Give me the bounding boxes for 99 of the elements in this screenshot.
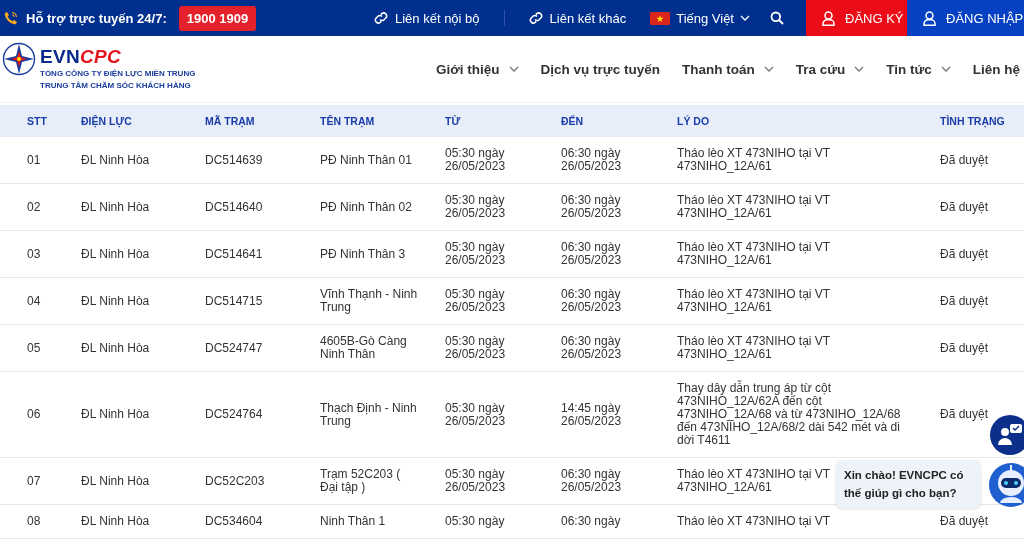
table-cell: 02 bbox=[27, 199, 41, 214]
register-button[interactable]: ĐĂNG KÝ bbox=[806, 0, 907, 36]
table-cell: DC514715 bbox=[205, 293, 263, 308]
company-name: TỔNG CÔNG TY ĐIỆN LỰC MIỀN TRUNG bbox=[40, 68, 196, 80]
table-cell: 06 bbox=[27, 407, 41, 421]
table-cell: 06:30 ngày 26/05/2023 bbox=[561, 287, 622, 314]
table-cell: 06:30 ngày 26/05/2023 bbox=[561, 240, 622, 267]
table-cell: Tháo lèo XT 473NIHO tại VT bbox=[677, 514, 831, 528]
table-cell: 01 bbox=[27, 152, 41, 167]
column-header: LÝ DO bbox=[677, 114, 711, 128]
table-cell: 07 bbox=[27, 473, 41, 488]
table-cell: ĐL Ninh Hòa bbox=[81, 293, 150, 308]
table-cell: Thạch Định - Ninh Trung bbox=[320, 400, 417, 428]
table-cell: ĐL Ninh Hòa bbox=[81, 514, 150, 528]
table-cell: ĐL Ninh Hòa bbox=[81, 340, 150, 355]
table-cell: DC514639 bbox=[205, 152, 263, 167]
table-cell: DC52C203 bbox=[205, 473, 265, 488]
table-cell: ĐL Ninh Hòa bbox=[81, 407, 150, 421]
user-icon bbox=[923, 10, 936, 26]
table-cell: 05:30 ngày 26/05/2023 bbox=[445, 193, 506, 220]
nav-item[interactable]: Tra cứu bbox=[795, 61, 865, 77]
column-header: STT bbox=[27, 114, 48, 128]
table-cell: Đã duyệt bbox=[940, 340, 989, 355]
table-cell: Ninh Thân 1 bbox=[320, 514, 386, 528]
table-cell: Đã duyệt bbox=[940, 407, 989, 421]
phone-icon bbox=[4, 11, 18, 25]
search-icon[interactable] bbox=[770, 11, 784, 25]
table-cell: 06:30 ngày bbox=[561, 514, 621, 528]
table-cell: ĐL Ninh Hòa bbox=[81, 473, 150, 488]
brand-name: EVNCPC bbox=[40, 46, 122, 68]
table-cell: 05 bbox=[27, 340, 41, 355]
table-cell: Đã duyệt bbox=[940, 152, 989, 167]
link-menu[interactable]: Liên kết nội bộ bbox=[374, 10, 480, 26]
link-icon bbox=[528, 11, 543, 25]
column-header: ĐIỆN LỰC bbox=[81, 114, 133, 128]
table-cell: Tháo lèo XT 473NIHO tại VT 473NIHO_12A/61 bbox=[677, 287, 830, 314]
logo-star-icon bbox=[2, 42, 36, 76]
table-cell: Tháo lèo XT 473NIHO tại VT 473NIHO_12A/61 bbox=[677, 334, 830, 361]
user-icon bbox=[822, 10, 835, 26]
support-agent-icon[interactable] bbox=[990, 415, 1024, 455]
table-cell: DC524764 bbox=[205, 407, 263, 421]
flag-icon bbox=[650, 11, 671, 25]
column-header: TỪ bbox=[445, 114, 462, 128]
table-cell: Tháo lèo XT 473NIHO tại VT 473NIHO_12A/61 bbox=[677, 193, 830, 220]
table-cell: Tháo lèo XT 473NIHO tại VT 473NIHO_12A/61 bbox=[677, 146, 830, 173]
hotline-number[interactable]: 1900 1909 bbox=[178, 5, 257, 31]
table-cell: 14:45 ngày 26/05/2023 bbox=[561, 400, 622, 428]
chat-greeting: Xin chào! EVNCPC có thế giúp gì cho bạn? bbox=[836, 460, 981, 508]
column-header: TÊN TRẠM bbox=[320, 114, 376, 128]
column-header: TÌNH TRẠNG bbox=[940, 114, 1005, 128]
link-icon bbox=[374, 11, 388, 25]
table-cell: Tháo lèo XT 473NIHO tại VT 473NIHO_12A/61 bbox=[677, 240, 830, 267]
table-cell: Trạm 52C203 ( Đại tập ) bbox=[320, 467, 401, 494]
login-button[interactable]: ĐĂNG NHẬP bbox=[907, 0, 1024, 36]
table-cell: 05:30 ngày 26/05/2023 bbox=[445, 146, 506, 173]
table-cell: 05:30 ngày 26/05/2023 bbox=[445, 287, 506, 314]
table-cell: 05:30 ngày 26/05/2023 bbox=[445, 334, 506, 361]
table-cell: 08 bbox=[27, 514, 41, 528]
table-cell: Vĩnh Thạnh - Ninh Trung bbox=[320, 287, 418, 314]
table-cell: ĐL Ninh Hòa bbox=[81, 246, 150, 261]
column-header: MÃ TRẠM bbox=[205, 114, 256, 128]
table-cell: Đã duyệt bbox=[940, 199, 989, 214]
table-cell: 05:30 ngày 26/05/2023 bbox=[445, 400, 506, 428]
table-cell: ĐL Ninh Hòa bbox=[81, 152, 150, 167]
table-cell: 06:30 ngày 26/05/2023 bbox=[561, 334, 622, 361]
table-cell: PĐ Ninh Thân 01 bbox=[320, 152, 412, 167]
table-cell: DC534604 bbox=[205, 514, 263, 528]
table-cell: 05:30 ngày 26/05/2023 bbox=[445, 467, 506, 494]
link-menu[interactable]: Liên kết khác bbox=[528, 10, 627, 26]
table-cell: 06:30 ngày 26/05/2023 bbox=[561, 467, 622, 494]
table-cell: 06:30 ngày 26/05/2023 bbox=[561, 193, 622, 220]
robot-icon[interactable] bbox=[988, 461, 1024, 509]
table-cell: PĐ Ninh Thân 02 bbox=[320, 199, 412, 214]
table-cell: 05:30 ngày 26/05/2023 bbox=[445, 240, 506, 267]
center-name: TRUNG TÂM CHĂM SÓC KHÁCH HÀNG bbox=[40, 80, 192, 92]
table-cell: 03 bbox=[27, 246, 41, 261]
table-cell: 04 bbox=[27, 293, 41, 308]
table-cell: Thay dây dẫn trung áp từ cột 473NIHO_12A/62A đến cột 473NIHO_12A/68 và từ 473NIHO_12A/68 đến 473NIHO_12A/68/2 dài 542 mét và di dời T4611 bbox=[677, 381, 901, 447]
language-selector[interactable]: Tiếng Việt bbox=[650, 10, 750, 26]
table-cell: 05:30 ngày bbox=[445, 514, 505, 528]
hotline-label: Hỗ trợ trực tuyến 24/7: bbox=[26, 10, 167, 26]
nav-item[interactable]: Liên hệ bbox=[972, 61, 1020, 77]
table-cell: PĐ Ninh Thân 3 bbox=[320, 246, 406, 261]
nav-item[interactable]: Thanh toán bbox=[681, 61, 774, 77]
table-cell: 06:30 ngày 26/05/2023 bbox=[561, 146, 622, 173]
nav-item[interactable]: Giới thiệu bbox=[436, 61, 519, 77]
table-cell: 4605B-Gò Càng Ninh Thân bbox=[320, 334, 407, 361]
table-cell: DC524747 bbox=[205, 340, 263, 355]
table-cell: ĐL Ninh Hòa bbox=[81, 199, 150, 214]
nav-item[interactable]: Dịch vụ trực tuyến bbox=[540, 61, 660, 77]
table-cell: DC514640 bbox=[205, 199, 263, 214]
column-header: ĐẾN bbox=[561, 114, 585, 128]
table-cell: Đã duyệt bbox=[940, 293, 989, 308]
nav-item[interactable]: Tin tức bbox=[886, 61, 951, 77]
table-cell: Đã duyệt bbox=[940, 514, 989, 528]
table-cell: Đã duyệt bbox=[940, 246, 989, 261]
table-cell: DC514641 bbox=[205, 246, 263, 261]
table-cell: Tháo lèo XT 473NIHO tại VT 473NIHO_12A/61 bbox=[677, 467, 830, 494]
chevron-down-icon bbox=[740, 15, 750, 21]
